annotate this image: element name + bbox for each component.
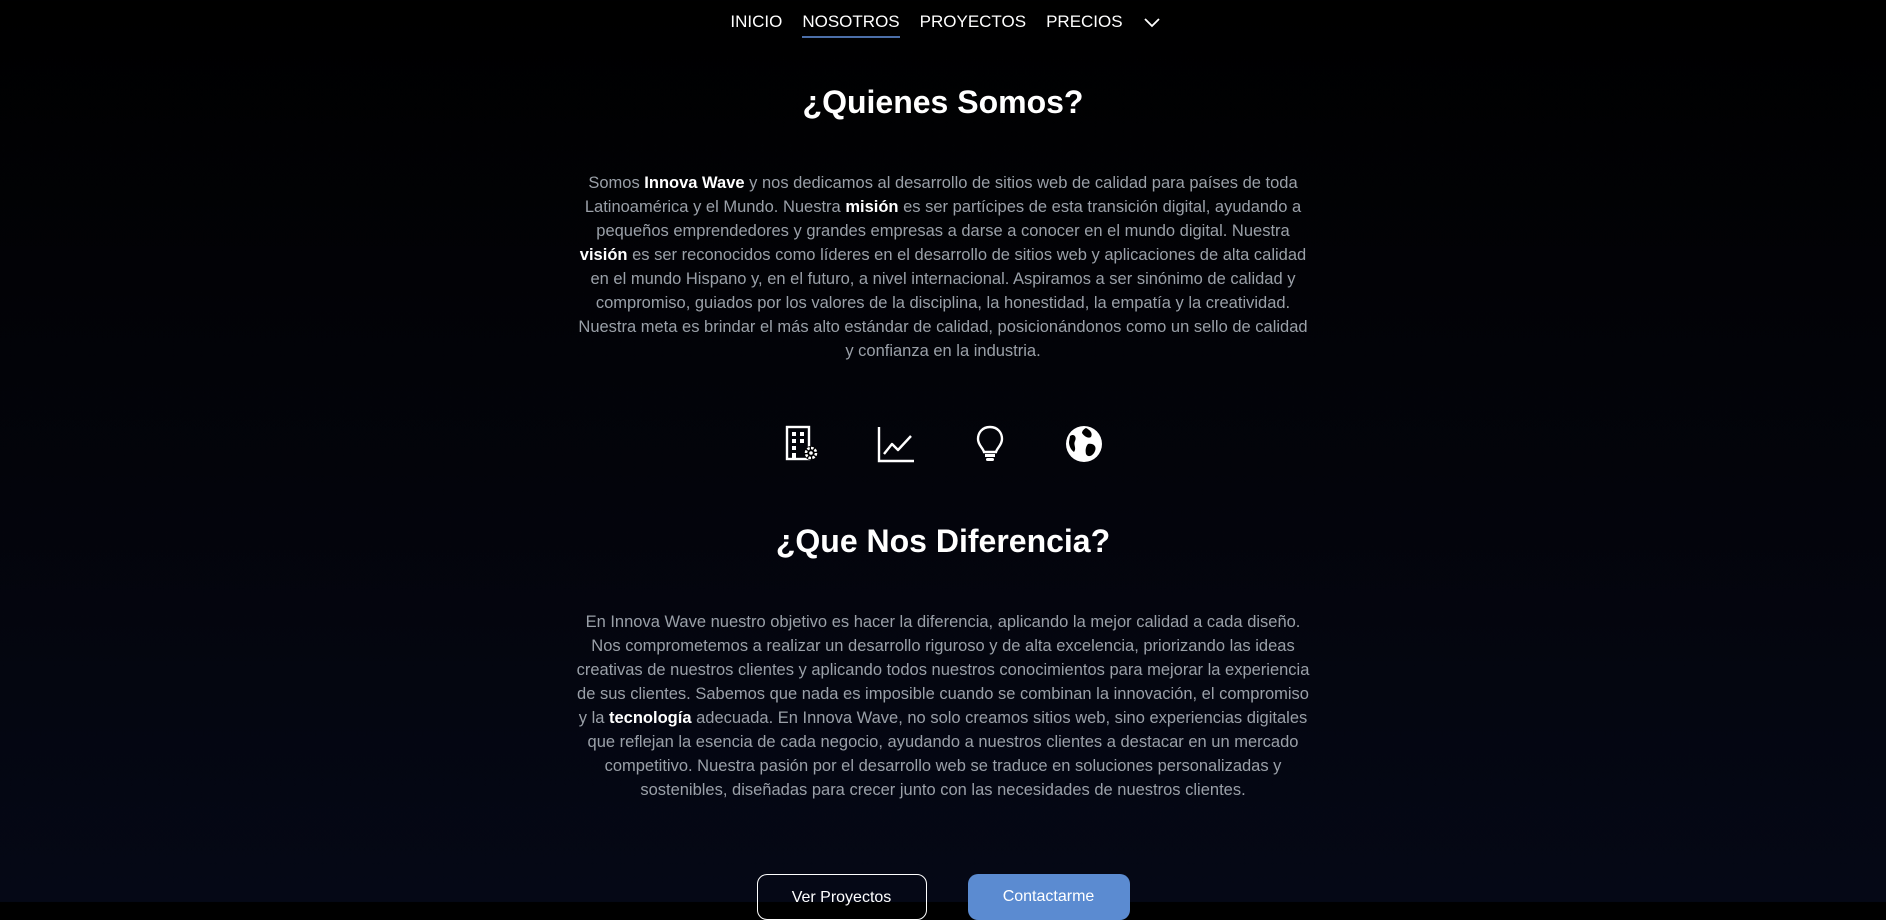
nav-link-nosotros[interactable]: NOSOTROS <box>802 8 900 38</box>
vision-highlight: visión <box>579 246 628 264</box>
building-gear-icon <box>782 424 822 464</box>
about-text-4: es ser reconocidos como líderes en el de… <box>578 246 1308 360</box>
values-icon-row <box>0 424 1886 464</box>
lightbulb-icon <box>970 424 1010 464</box>
nav-link-proyectos[interactable]: PROYECTOS <box>920 8 1026 38</box>
brand-name-highlight: Innova Wave <box>644 174 745 192</box>
globe-icon <box>1064 424 1104 464</box>
nav-link-precios[interactable]: PRECIOS <box>1046 8 1123 38</box>
about-text-1: Somos <box>588 174 645 192</box>
about-title: ¿Quienes Somos? <box>802 84 1084 120</box>
line-chart-icon <box>876 424 916 464</box>
mission-highlight: misión <box>845 198 899 216</box>
nav-link-inicio[interactable]: INICIO <box>730 8 782 38</box>
technology-highlight: tecnología <box>609 709 692 727</box>
chevron-down-icon[interactable] <box>1143 14 1161 32</box>
view-projects-button[interactable]: Ver Proyectos <box>756 874 927 920</box>
top-navigation: INICIO NOSOTROS PROYECTOS PRECIOS <box>0 0 1886 46</box>
difference-text-2: adecuada. En Innova Wave, no solo creamo… <box>587 709 1308 799</box>
nav-items: INICIO NOSOTROS PROYECTOS PRECIOS <box>720 8 1160 38</box>
cta-buttons: Ver Proyectos Contactarme <box>0 874 1886 920</box>
difference-paragraph: En Innova Wave nuestro objetivo es hacer… <box>575 610 1311 802</box>
difference-title: ¿Que Nos Diferencia? <box>775 523 1111 559</box>
contact-button[interactable]: Contactarme <box>967 874 1130 920</box>
about-paragraph: Somos Innova Wave y nos dedicamos al des… <box>575 171 1311 363</box>
